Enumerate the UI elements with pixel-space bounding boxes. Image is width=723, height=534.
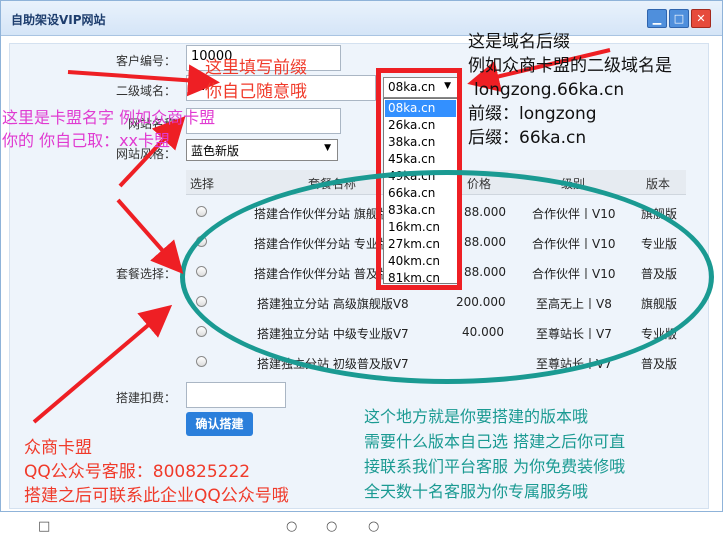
annotation-line: 接联系我们平台客服 为你免费装修哦 [364,457,626,476]
arrow-to-package-a [116,198,184,274]
arrow-to-subdomain [67,64,220,97]
annotation-line: 众商卡盟 [24,438,92,458]
annotation-line: 例如众商卡盟的二级域名是 [468,56,672,76]
annotation-line: 前缀：longzong [468,104,597,124]
annotation-version: 这个地方就是你要搭建的版本哦 需要什么版本自己选 搭建之后你可直 接联系我们平台… [364,404,625,504]
annotation-line: 你自己随意哦 [205,82,307,102]
annotation-shop-name: 这里是卡盟名字 例如众商卡盟 你的 你自己取：xx卡盟 [2,106,215,152]
annotation-line: 这个地方就是你要搭建的版本哦 [364,407,589,426]
annotation-line: QQ公众号客服：800825222 [24,462,251,482]
annotation-line: longzong.66ka.cn [474,80,625,100]
annotation-line: 全天数十名客服为你专属服务哦 [364,482,589,501]
square-icon[interactable]: □ [38,519,50,534]
annotation-suffix: 这是域名后缀 例如众商卡盟的二级域名是 longzong.66ka.cn 前缀：… [468,30,672,150]
circle-icon[interactable]: ○ [326,519,337,534]
annotation-line: 你的 你自己取：xx卡盟 [2,131,171,150]
circle-icon[interactable]: ○ [368,519,379,534]
annotation-line: 这里填写前缀 [205,58,307,78]
annotation-line: 后缀：66ka.cn [468,128,587,148]
annotation-contact: 众商卡盟 QQ公众号客服：800825222 搭建之后可联系此企业QQ公众号哦 [24,436,289,508]
annotation-line: 这里是卡盟名字 例如众商卡盟 [2,108,216,127]
annotation-prefix: 这里填写前缀 你自己随意哦 [205,56,307,104]
arrow-to-package-b [32,304,173,424]
circle-icon[interactable]: ○ [286,519,297,534]
annotation-line: 搭建之后可联系此企业QQ公众号哦 [24,486,289,506]
annotation-line: 需要什么版本自己选 搭建之后你可直 [364,432,626,451]
annotation-line: 这是域名后缀 [468,32,570,52]
